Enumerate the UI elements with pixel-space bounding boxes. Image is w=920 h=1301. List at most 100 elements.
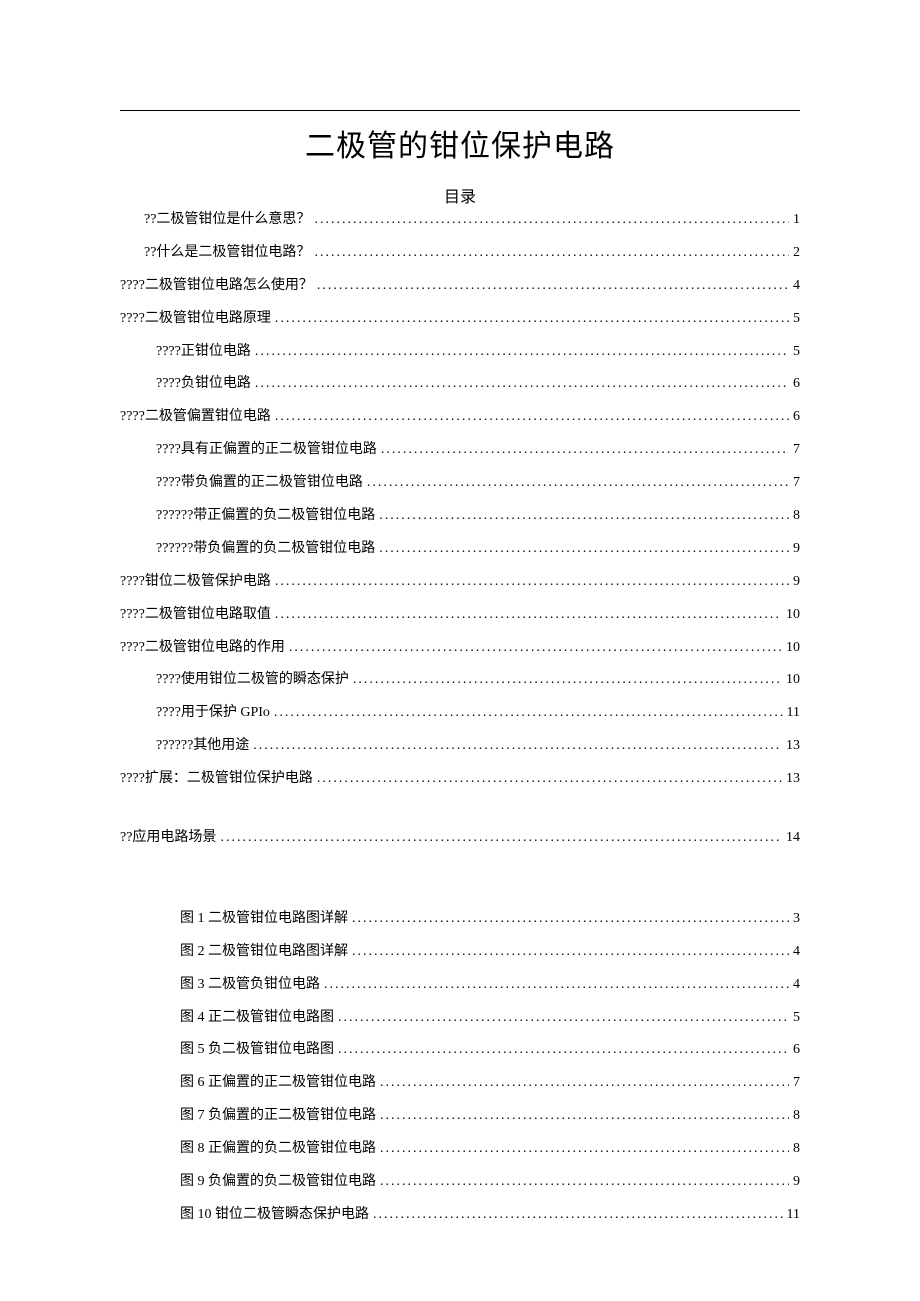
toc-entry[interactable]: ??二极管钳位是什么意思？ 1 — [120, 211, 800, 230]
toc-entry[interactable]: 图 2 二极管钳位电路图详解4 — [120, 943, 800, 962]
toc-entry-page: 5 — [793, 343, 800, 362]
toc-entry-label: ????扩展：二极管钳位保护电路 — [120, 770, 313, 789]
toc-entry-page: 7 — [793, 474, 800, 493]
toc-leader-dots — [220, 829, 782, 848]
toc-entry-page: 8 — [793, 507, 800, 526]
toc-entry-label: ????带负偏置的正二极管钳位电路 — [156, 474, 363, 493]
toc-entry[interactable]: ????用于保护 GPIo 11 — [120, 704, 800, 723]
toc-entry-label: ??????带负偏置的负二极管钳位电路 — [156, 540, 375, 559]
toc-entry-page: 4 — [793, 976, 800, 995]
toc-entry-page: 11 — [787, 704, 800, 723]
toc-leader-dots — [275, 408, 789, 427]
toc-entry[interactable]: 图 7 负偏置的正二极管钳位电路8 — [120, 1107, 800, 1126]
toc-leader-dots — [352, 943, 789, 962]
toc-leader-dots — [352, 910, 789, 929]
toc-leader-dots — [253, 737, 782, 756]
toc-heading: 目录 — [120, 183, 800, 207]
toc-leader-dots — [289, 639, 782, 658]
toc-entry-page: 13 — [786, 770, 800, 789]
toc-entry-page: 10 — [786, 671, 800, 690]
toc-entry[interactable]: ????二极管钳位电路原理5 — [120, 310, 800, 329]
toc-entry[interactable]: ????二极管钳位电路取值 10 — [120, 606, 800, 625]
toc-entry[interactable]: ??????其他用途 13 — [120, 737, 800, 756]
table-of-contents-tail: ??应用电路场景14 — [120, 829, 800, 848]
toc-entry[interactable]: ????带负偏置的正二极管钳位电路 7 — [120, 474, 800, 493]
toc-leader-dots — [274, 704, 783, 723]
toc-entry-label: 图 1 二极管钳位电路图详解 — [180, 910, 348, 929]
toc-entry[interactable]: ????钳位二极管保护电路9 — [120, 573, 800, 592]
toc-entry[interactable]: ??????带负偏置的负二极管钳位电路 9 — [120, 540, 800, 559]
toc-entry-page: 9 — [793, 573, 800, 592]
toc-entry[interactable]: ????扩展：二极管钳位保护电路 13 — [120, 770, 800, 789]
toc-entry[interactable]: 图 9 负偏置的负二极管钳位电路9 — [120, 1173, 800, 1192]
toc-entry-page: 3 — [793, 910, 800, 929]
toc-entry[interactable]: ??应用电路场景14 — [120, 829, 800, 848]
toc-entry[interactable]: 图 6 正偏置的正二极管钳位电路7 — [120, 1074, 800, 1093]
toc-entry-page: 2 — [793, 244, 800, 263]
toc-entry-label: ????具有正偏置的正二极管钳位电路 — [156, 441, 377, 460]
toc-entry-page: 8 — [793, 1140, 800, 1159]
toc-entry-page: 5 — [793, 1009, 800, 1028]
toc-entry[interactable]: ????二极管钳位电路的作用 10 — [120, 639, 800, 658]
list-of-figures: 图 1 二极管钳位电路图详解3图 2 二极管钳位电路图详解4图 3 二极管负钳位… — [120, 910, 800, 1225]
toc-entry-label: 图 3 二极管负钳位电路 — [180, 976, 320, 995]
toc-entry-page: 6 — [793, 375, 800, 394]
toc-leader-dots — [317, 277, 789, 296]
toc-entry-label: ????二极管偏置钳位电路 — [120, 408, 271, 427]
toc-entry-page: 6 — [793, 408, 800, 427]
toc-entry[interactable]: ????二极管偏置钳位电路 6 — [120, 408, 800, 427]
toc-entry-page: 9 — [793, 540, 800, 559]
table-of-contents: ??二极管钳位是什么意思？ 1 ??什么是二极管钳位电路？2 ????二极管钳位电路怎… — [120, 211, 800, 789]
toc-leader-dots — [317, 770, 782, 789]
document-title: 二极管的钳位保护电路 — [120, 121, 800, 165]
toc-leader-dots — [381, 441, 789, 460]
toc-gap-big — [120, 862, 800, 910]
header-rule — [120, 110, 800, 111]
toc-entry-page: 10 — [786, 606, 800, 625]
toc-gap — [120, 803, 800, 829]
toc-entry-page: 7 — [793, 441, 800, 460]
toc-entry[interactable]: ??????带正偏置的负二极管钳位电路8 — [120, 507, 800, 526]
toc-entry[interactable]: ????使用钳位二极管的瞬态保护10 — [120, 671, 800, 690]
toc-entry[interactable]: ??什么是二极管钳位电路？2 — [120, 244, 800, 263]
toc-entry[interactable]: ????二极管钳位电路怎么使用？ 4 — [120, 277, 800, 296]
toc-leader-dots — [380, 1074, 789, 1093]
toc-entry[interactable]: 图 8 正偏置的负二极管钳位电路8 — [120, 1140, 800, 1159]
toc-entry-page: 6 — [793, 1041, 800, 1060]
toc-entry-label: ????二极管钳位电路原理 — [120, 310, 271, 329]
toc-entry-label: 图 5 负二极管钳位电路图 — [180, 1041, 334, 1060]
toc-leader-dots — [353, 671, 782, 690]
toc-entry-label: 图 9 负偏置的负二极管钳位电路 — [180, 1173, 376, 1192]
toc-leader-dots — [314, 244, 789, 263]
toc-entry-label: ??二极管钳位是什么意思？ — [144, 211, 310, 230]
toc-leader-dots — [379, 540, 789, 559]
toc-entry-page: 4 — [793, 277, 800, 296]
toc-entry-label: 图 2 二极管钳位电路图详解 — [180, 943, 348, 962]
toc-leader-dots — [314, 211, 789, 230]
toc-entry[interactable]: 图 5 负二极管钳位电路图 6 — [120, 1041, 800, 1060]
toc-entry[interactable]: 图 10 钳位二极管瞬态保护电路11 — [120, 1206, 800, 1225]
toc-entry-label: ????二极管钳位电路怎么使用？ — [120, 277, 313, 296]
toc-entry-label: ????用于保护 GPIo — [156, 704, 270, 723]
toc-entry-page: 10 — [786, 639, 800, 658]
toc-entry-label: ????负钳位电路 — [156, 375, 251, 394]
toc-entry[interactable]: ????负钳位电路 6 — [120, 375, 800, 394]
toc-entry[interactable]: ????具有正偏置的正二极管钳位电路 7 — [120, 441, 800, 460]
toc-leader-dots — [380, 1173, 789, 1192]
toc-leader-dots — [275, 573, 789, 592]
toc-entry-page: 8 — [793, 1107, 800, 1126]
toc-leader-dots — [380, 1107, 789, 1126]
toc-leader-dots — [380, 1140, 789, 1159]
toc-entry-page: 1 — [793, 211, 800, 230]
toc-leader-dots — [338, 1041, 789, 1060]
toc-entry-label: 图 4 正二极管钳位电路图 — [180, 1009, 334, 1028]
toc-entry[interactable]: 图 4 正二极管钳位电路图 5 — [120, 1009, 800, 1028]
toc-entry[interactable]: ????正钳位电路5 — [120, 343, 800, 362]
toc-entry[interactable]: 图 1 二极管钳位电路图详解 3 — [120, 910, 800, 929]
toc-entry-page: 13 — [786, 737, 800, 756]
toc-entry-label: ????二极管钳位电路取值 — [120, 606, 271, 625]
toc-entry[interactable]: 图 3 二极管负钳位电路 4 — [120, 976, 800, 995]
toc-entry-label: ????二极管钳位电路的作用 — [120, 639, 285, 658]
toc-entry-label: ??????其他用途 — [156, 737, 249, 756]
toc-leader-dots — [255, 343, 789, 362]
